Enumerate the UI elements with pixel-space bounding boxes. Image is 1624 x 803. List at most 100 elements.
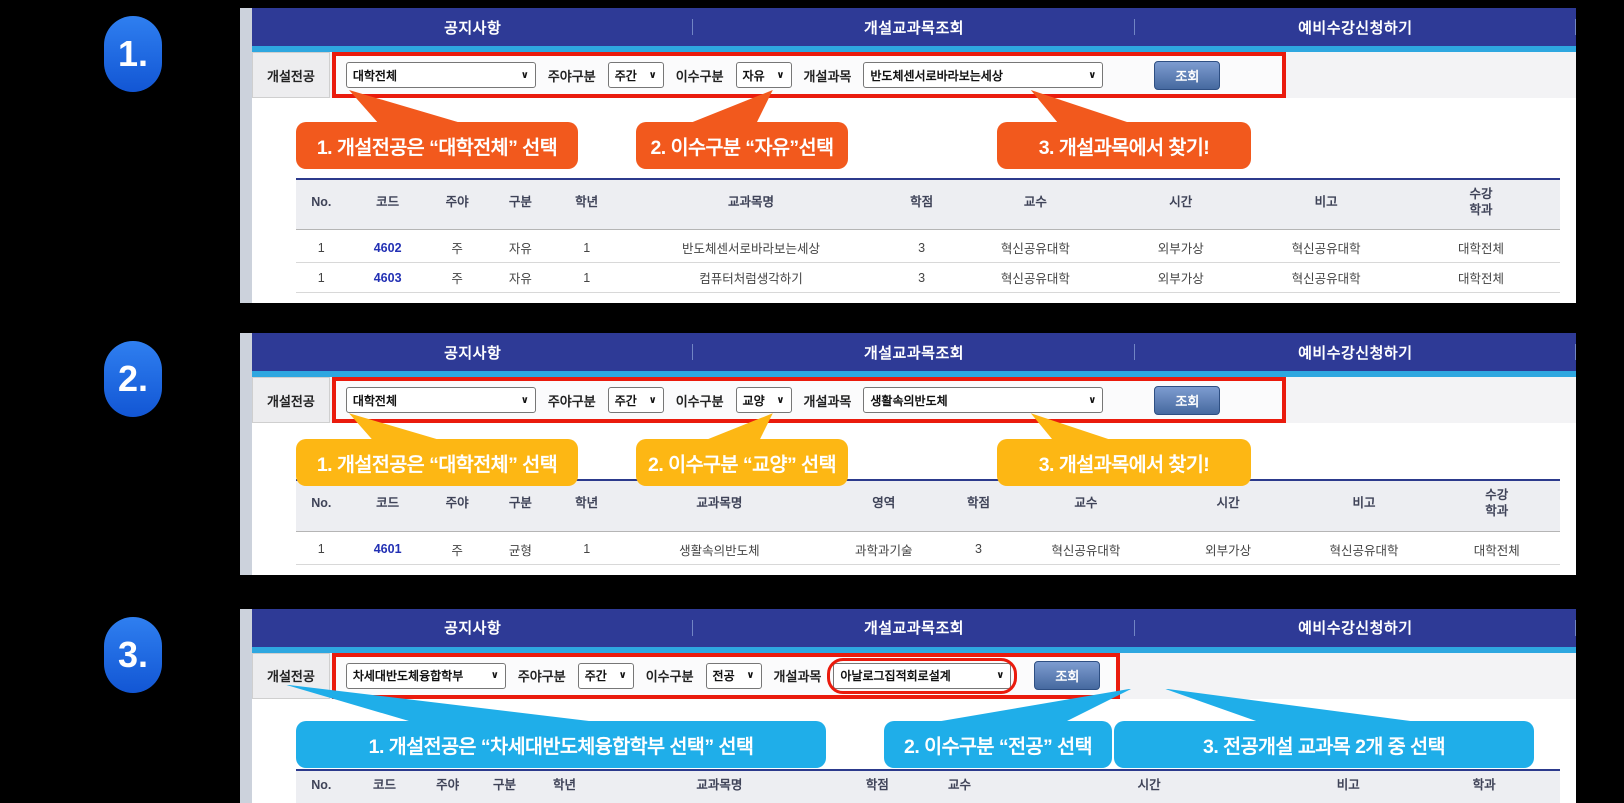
chevron-down-icon: ∨: [521, 70, 529, 81]
column-header: 학점: [846, 770, 909, 803]
step-badge-column: 2.: [0, 333, 240, 417]
screenshot-card: 공지사항개설교과목조회예비수강신청하기 개설전공 차세대반도체융합학부∨주야구분…: [240, 609, 1576, 803]
course-filter-bar: 개설전공 대학전체∨주야구분주간∨이수구분교양∨개설과목생활속의반도체∨ 조회: [252, 377, 1576, 423]
column-header: 주야: [422, 770, 473, 803]
chevron-down-icon: ∨: [649, 70, 657, 81]
selected-value: 전공: [713, 667, 735, 684]
search-button[interactable]: 조회: [1154, 61, 1220, 90]
subject-select[interactable]: 생활속의반도체∨: [863, 387, 1103, 413]
column-header: 코드: [347, 770, 423, 803]
course-table: No.코드주야구분학년교과목명영역학점교수시간비고수강 학과 14601주균형1…: [296, 479, 1560, 564]
callout-step-2: 2. 이수구분 “자유”선택: [636, 122, 848, 169]
major-select[interactable]: 대학전체 ∨: [346, 387, 536, 413]
filter-label: 주야구분: [518, 666, 566, 685]
table-cell: 1: [296, 263, 347, 293]
course-type-select[interactable]: 전공 ∨: [706, 663, 762, 689]
course-table-header: No.코드주야구분학년교과목명학점교수시간비고학과: [296, 770, 1560, 803]
table-cell: 외부가상: [1162, 531, 1295, 564]
table-cell: 주: [429, 531, 486, 564]
column-header: 교과목명: [618, 179, 883, 230]
filter-fields: 차세대반도체융합학부∨주야구분주간∨이수구분전공∨개설과목아날로그집적회로설계∨: [346, 663, 1012, 689]
nav-tab[interactable]: 개설교과목조회: [693, 333, 1134, 371]
step-badge: 3.: [104, 617, 162, 693]
chevron-down-icon: ∨: [521, 395, 529, 406]
chevron-down-icon: ∨: [1088, 70, 1096, 81]
course-code-link[interactable]: 4601: [347, 531, 429, 564]
chevron-down-icon: ∨: [746, 670, 754, 681]
course-type-select-wrap: 교양∨: [736, 387, 792, 413]
filter-label: 이수구분: [676, 66, 724, 85]
nav-tab[interactable]: 예비수강신청하기: [1135, 8, 1576, 46]
subject-select[interactable]: 아날로그집적회로설계∨: [833, 663, 1011, 689]
callout-step-3: 3. 개설과목에서 찾기!: [997, 122, 1251, 169]
table-cell: 1: [555, 531, 618, 564]
screenshot-card: 공지사항개설교과목조회예비수강신청하기 개설전공 대학전체∨주야구분주간∨이수구…: [240, 333, 1576, 574]
screenshot-card: 공지사항개설교과목조회예비수강신청하기 개설전공 대학전체∨ 주야구분 주간∨ 이수구…: [240, 8, 1576, 303]
column-header: 시간: [1111, 179, 1250, 230]
nav-tab[interactable]: 개설교과목조회: [693, 8, 1134, 46]
table-cell: 대학전체: [1434, 531, 1560, 564]
daynight-select[interactable]: 주간∨: [608, 62, 664, 88]
course-table-header: No.코드주야구분학년교과목명영역학점교수시간비고수강 학과: [296, 480, 1560, 531]
table-cell: 컴퓨터처럼생각하기: [618, 263, 883, 293]
column-header: 교과목명: [618, 480, 820, 531]
column-header: 주야: [429, 179, 486, 230]
filter-label: 주야구분: [548, 66, 596, 85]
daynight-select[interactable]: 주간∨: [578, 663, 634, 689]
column-header: 학점: [884, 179, 960, 230]
table-cell: 혁신공유대학: [960, 230, 1112, 263]
search-button[interactable]: 조회: [1154, 386, 1220, 415]
course-type-select[interactable]: 교양∨: [736, 387, 792, 413]
selected-value: 대학전체: [353, 392, 397, 409]
major-label: 개설전공: [252, 52, 330, 98]
table-cell: 외부가상: [1111, 263, 1250, 293]
table-row: 14603주자유1컴퓨터처럼생각하기3혁신공유대학외부가상혁신공유대학대학전체: [296, 263, 1560, 293]
subject-select[interactable]: 반도체센서로바라보는세상∨: [863, 62, 1103, 88]
filter-label: 이수구분: [676, 391, 724, 410]
daynight-select-wrap: 주간∨: [608, 387, 664, 413]
column-header: 영역: [821, 480, 947, 531]
filter-label: 개설과목: [804, 66, 852, 85]
highlight-red-box: 대학전체∨ 주야구분 주간∨ 이수구분 자유∨ 개설과목 반도체센서로바라보는세상∨ 조회: [332, 52, 1286, 98]
nav-tab[interactable]: 공지사항: [252, 8, 693, 46]
nav-tab[interactable]: 예비수강신청하기: [1135, 333, 1576, 371]
column-header: 코드: [347, 179, 429, 230]
column-header: No.: [296, 179, 347, 230]
column-header: 교수: [960, 179, 1112, 230]
callout-step-1: 1. 개설전공은 “대학전체” 선택: [296, 122, 578, 169]
column-header: 주야: [429, 480, 486, 531]
nav-tab[interactable]: 공지사항: [252, 333, 693, 371]
step-badge-column: 3.: [0, 609, 240, 693]
column-header: 구분: [473, 770, 536, 803]
search-button[interactable]: 조회: [1034, 661, 1100, 690]
course-code-link[interactable]: 4602: [347, 230, 429, 263]
daynight-select[interactable]: 주간∨: [608, 387, 664, 413]
tutorial-panels: 1. 공지사항개설교과목조회예비수강신청하기 개설전공 대학전체∨주야구분주간∨…: [0, 8, 1624, 803]
course-code-link[interactable]: 4603: [347, 263, 429, 293]
major-select[interactable]: 차세대반도체융합학부∨: [346, 663, 506, 689]
nav-tab[interactable]: 예비수강신청하기: [1135, 609, 1576, 647]
callout-step-3: 3. 전공개설 교과목 2개 중 선택: [1114, 721, 1534, 768]
table-cell: 1: [555, 230, 618, 263]
callout-step-2: 2. 이수구분 “교양” 선택: [636, 439, 848, 486]
major-label: 개설전공: [252, 377, 330, 423]
major-select[interactable]: 대학전체∨: [346, 62, 536, 88]
course-type-select[interactable]: 자유∨: [736, 62, 792, 88]
chevron-down-icon: ∨: [996, 670, 1004, 681]
table-row: 14602주자유1반도체센서로바라보는세상3혁신공유대학외부가상혁신공유대학대학…: [296, 230, 1560, 263]
nav-tabs: 공지사항개설교과목조회예비수강신청하기: [252, 333, 1576, 371]
nav-tabs: 공지사항개설교과목조회예비수강신청하기: [252, 609, 1576, 647]
table-cell: 주: [429, 230, 486, 263]
major-select-wrap: 대학전체 ∨: [346, 387, 536, 413]
callout-zone: 1. 개설전공은 “대학전체” 선택2. 이수구분 “교양” 선택3. 개설과목…: [252, 437, 1576, 483]
column-header: 수강 학과: [1434, 480, 1560, 531]
table-cell: 혁신공유대학: [1250, 263, 1402, 293]
nav-tab[interactable]: 개설교과목조회: [693, 609, 1134, 647]
nav-tab[interactable]: 공지사항: [252, 609, 693, 647]
column-header: 비고: [1250, 179, 1402, 230]
column-header: 교수: [909, 770, 1010, 803]
table-cell: 주: [429, 263, 486, 293]
course-table: No.코드주야구분학년교과목명학점교수시간비고수강 학과 14602주자유1반도…: [296, 178, 1560, 293]
selected-value: 주간: [615, 392, 637, 409]
column-header: 구분: [486, 179, 556, 230]
